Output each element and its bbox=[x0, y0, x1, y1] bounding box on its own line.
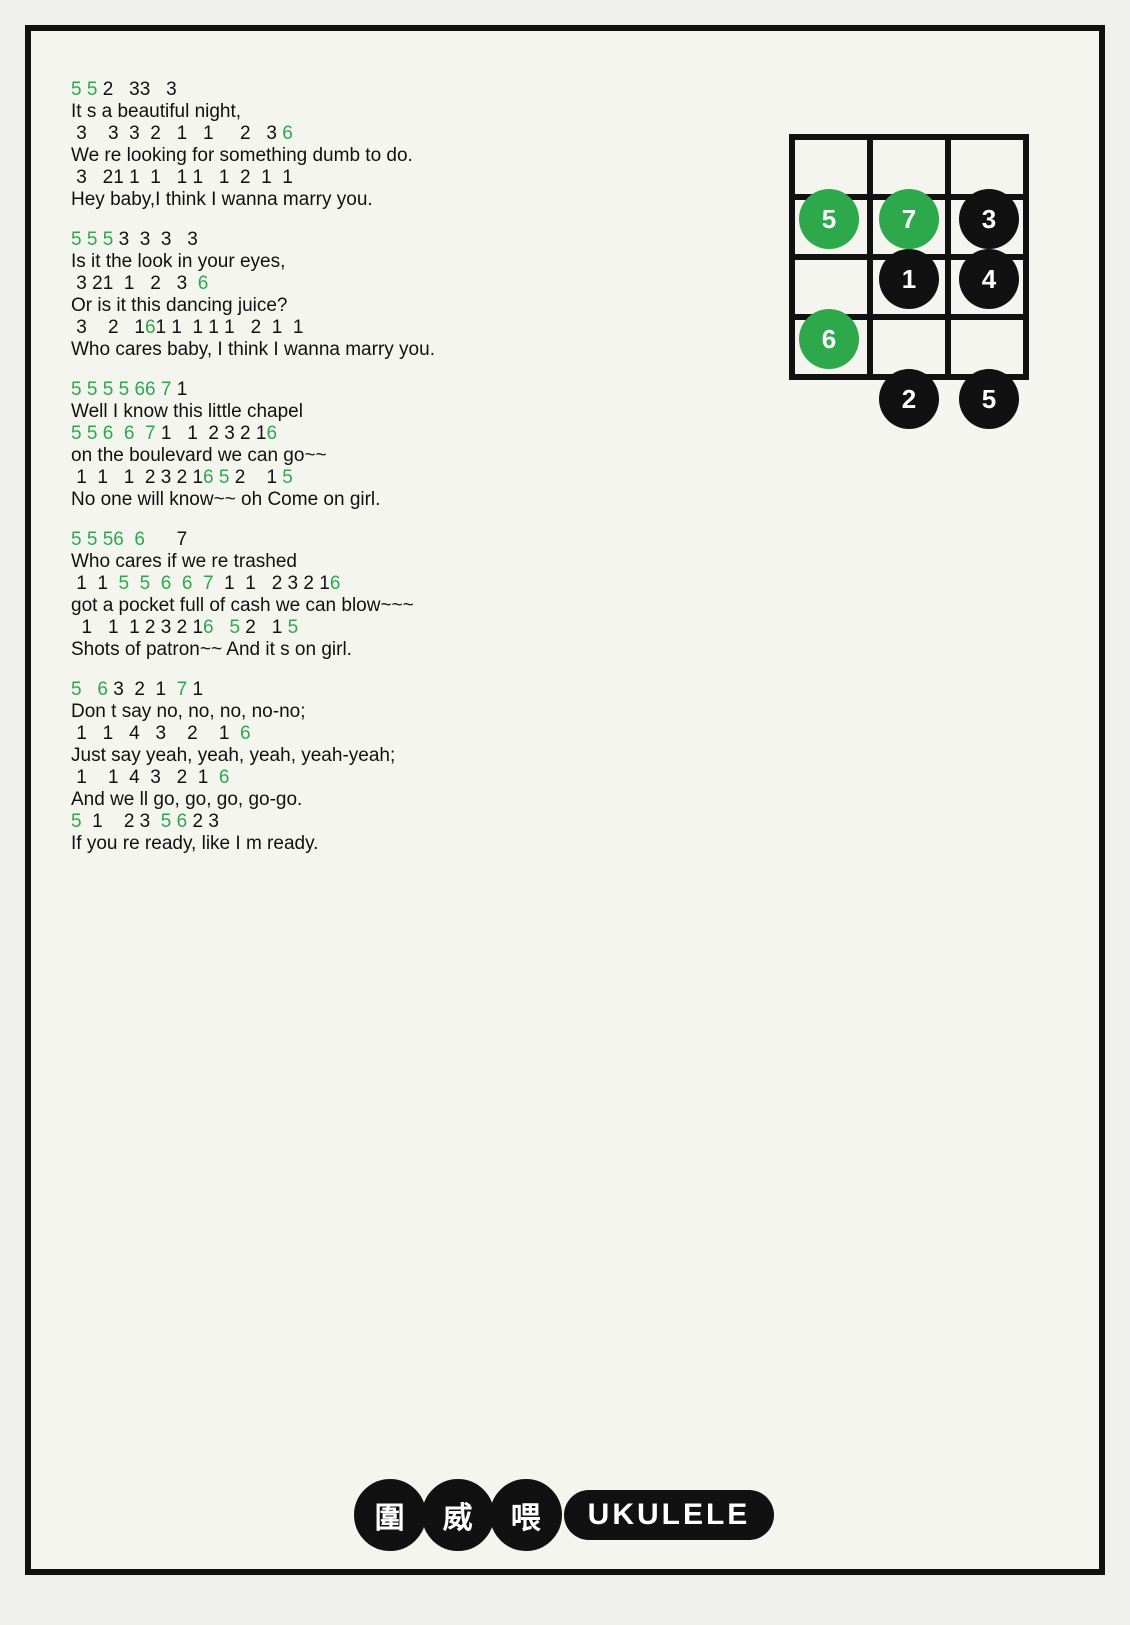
verse-2: 5 5 5 3 3 3 3Is it the look in your eyes… bbox=[71, 229, 739, 361]
lyric-line: on the boulevard we can go~~ bbox=[71, 445, 739, 467]
fret-cell bbox=[948, 317, 1026, 377]
fret-cell bbox=[792, 257, 870, 317]
fretboard: 57314625 bbox=[779, 134, 1039, 469]
numbers-line: 5 5 5 3 3 3 3 bbox=[71, 229, 739, 251]
lyric-line: Or is it this dancing juice? bbox=[71, 295, 739, 317]
logo-char-circle: 威 bbox=[422, 1479, 494, 1551]
verse-1: 5 5 2 33 3It s a beautiful night, 3 3 3 … bbox=[71, 79, 739, 211]
numbers-line: 1 1 4 3 2 1 6 bbox=[71, 767, 739, 789]
note-6-circle: 6 bbox=[799, 309, 859, 369]
lyric-line: Just say yeah, yeah, yeah, yeah-yeah; bbox=[71, 745, 739, 767]
note-5-circle: 5 bbox=[959, 369, 1019, 429]
note-7-circle: 7 bbox=[879, 189, 939, 249]
note-3-circle: 3 bbox=[959, 189, 1019, 249]
note-2-circle: 2 bbox=[879, 369, 939, 429]
numbers-line: 1 1 1 2 3 2 16 5 2 1 5 bbox=[71, 617, 739, 639]
lyric-line: If you re ready, like I m ready. bbox=[71, 833, 739, 855]
lyric-line: Don t say no, no, no, no-no; bbox=[71, 701, 739, 723]
verse-5: 5 6 3 2 1 7 1Don t say no, no, no, no-no… bbox=[71, 679, 739, 855]
verse-4: 5 5 56 6 7Who cares if we re trashed 1 1… bbox=[71, 529, 739, 661]
verse-3: 5 5 5 5 66 7 1Well I know this little ch… bbox=[71, 379, 739, 511]
numbers-line: 3 3 3 2 1 1 2 3 6 bbox=[71, 123, 739, 145]
lyric-line: We re looking for something dumb to do. bbox=[71, 145, 739, 167]
numbers-line: 3 2 161 1 1 1 1 2 1 1 bbox=[71, 317, 739, 339]
lyric-line: Who cares if we re trashed bbox=[71, 551, 739, 573]
numbers-line: 5 1 2 3 5 6 2 3 bbox=[71, 811, 739, 833]
lyric-line: And we ll go, go, go, go-go. bbox=[71, 789, 739, 811]
fret-cell bbox=[948, 137, 1026, 197]
fret-cell bbox=[792, 137, 870, 197]
numbers-line: 5 5 5 5 66 7 1 bbox=[71, 379, 739, 401]
scale-section: 57314625 bbox=[759, 79, 1059, 873]
logo-char-circle: 喂 bbox=[490, 1479, 562, 1551]
lyric-line: got a pocket full of cash we can blow~~~ bbox=[71, 595, 739, 617]
lyric-line: Hey baby,I think I wanna marry you. bbox=[71, 189, 739, 211]
lyrics-section: 5 5 2 33 3It s a beautiful night, 3 3 3 … bbox=[71, 79, 739, 873]
lyric-line: Shots of patron~~ And it s on girl. bbox=[71, 639, 739, 661]
numbers-line: 1 1 1 2 3 2 16 5 2 1 5 bbox=[71, 467, 739, 489]
numbers-line: 5 5 2 33 3 bbox=[71, 79, 739, 101]
note-4-circle: 4 bbox=[959, 249, 1019, 309]
logo-bar: 圍威喂UKULELE bbox=[31, 1479, 1099, 1551]
numbers-line: 5 6 3 2 1 7 1 bbox=[71, 679, 739, 701]
note-1-circle: 1 bbox=[879, 249, 939, 309]
lyric-line: It s a beautiful night, bbox=[71, 101, 739, 123]
lyric-line: Well I know this little chapel bbox=[71, 401, 739, 423]
numbers-line: 1 1 5 5 6 6 7 1 1 2 3 2 16 bbox=[71, 573, 739, 595]
numbers-line: 3 21 1 1 1 1 1 2 1 1 bbox=[71, 167, 739, 189]
numbers-line: 5 5 6 6 7 1 1 2 3 2 16 bbox=[71, 423, 739, 445]
fret-cell bbox=[870, 317, 948, 377]
lyric-line: Is it the look in your eyes, bbox=[71, 251, 739, 273]
numbers-line: 3 21 1 2 3 6 bbox=[71, 273, 739, 295]
numbers-line: 5 5 56 6 7 bbox=[71, 529, 739, 551]
numbers-line: 1 1 4 3 2 1 6 bbox=[71, 723, 739, 745]
fret-cell bbox=[870, 137, 948, 197]
lyric-line: No one will know~~ oh Come on girl. bbox=[71, 489, 739, 511]
logo-char-circle: 圍 bbox=[354, 1479, 426, 1551]
logo-text: UKULELE bbox=[564, 1490, 775, 1540]
lyric-line: Who cares baby, I think I wanna marry yo… bbox=[71, 339, 739, 361]
note-5-circle: 5 bbox=[799, 189, 859, 249]
main-page: 5 5 2 33 3It s a beautiful night, 3 3 3 … bbox=[25, 25, 1105, 1575]
